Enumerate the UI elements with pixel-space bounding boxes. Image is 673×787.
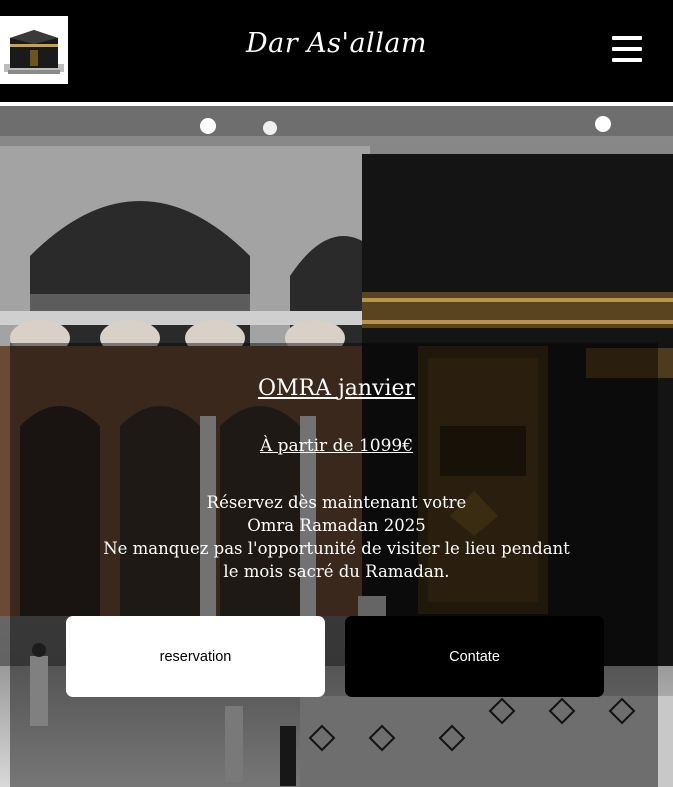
reservation-button[interactable]: reservation — [66, 616, 325, 697]
menu-bar-bottom — [612, 58, 642, 62]
description-line: le mois sacré du Ramadan. — [223, 562, 450, 581]
hero-description: Réservez dès maintenant votre Omra Ramad… — [0, 491, 673, 583]
site-header: Dar As'allam — [0, 0, 673, 102]
description-line: Ne manquez pas l'opportunité de visiter … — [103, 539, 570, 558]
description-line: Omra Ramadan 2025 — [247, 516, 426, 535]
hero-section: OMRA janvier À partir de 1099€ Réservez … — [0, 106, 673, 787]
hero-price[interactable]: À partir de 1099€ — [0, 436, 673, 456]
hero-title-month[interactable]: janvier — [338, 376, 415, 401]
menu-bar-top — [612, 36, 642, 40]
hamburger-menu-icon[interactable] — [612, 36, 642, 64]
hero-title-omra[interactable]: OMRA — [258, 376, 331, 401]
contact-button-label: Contate — [449, 648, 500, 665]
menu-bar-middle — [612, 47, 642, 51]
contact-button[interactable]: Contate — [345, 616, 604, 697]
brand-name[interactable]: Dar As'allam — [0, 28, 673, 59]
description-line: Réservez dès maintenant votre — [206, 493, 467, 512]
reservation-button-label: reservation — [159, 648, 232, 665]
hero-title: OMRA janvier — [0, 376, 673, 401]
